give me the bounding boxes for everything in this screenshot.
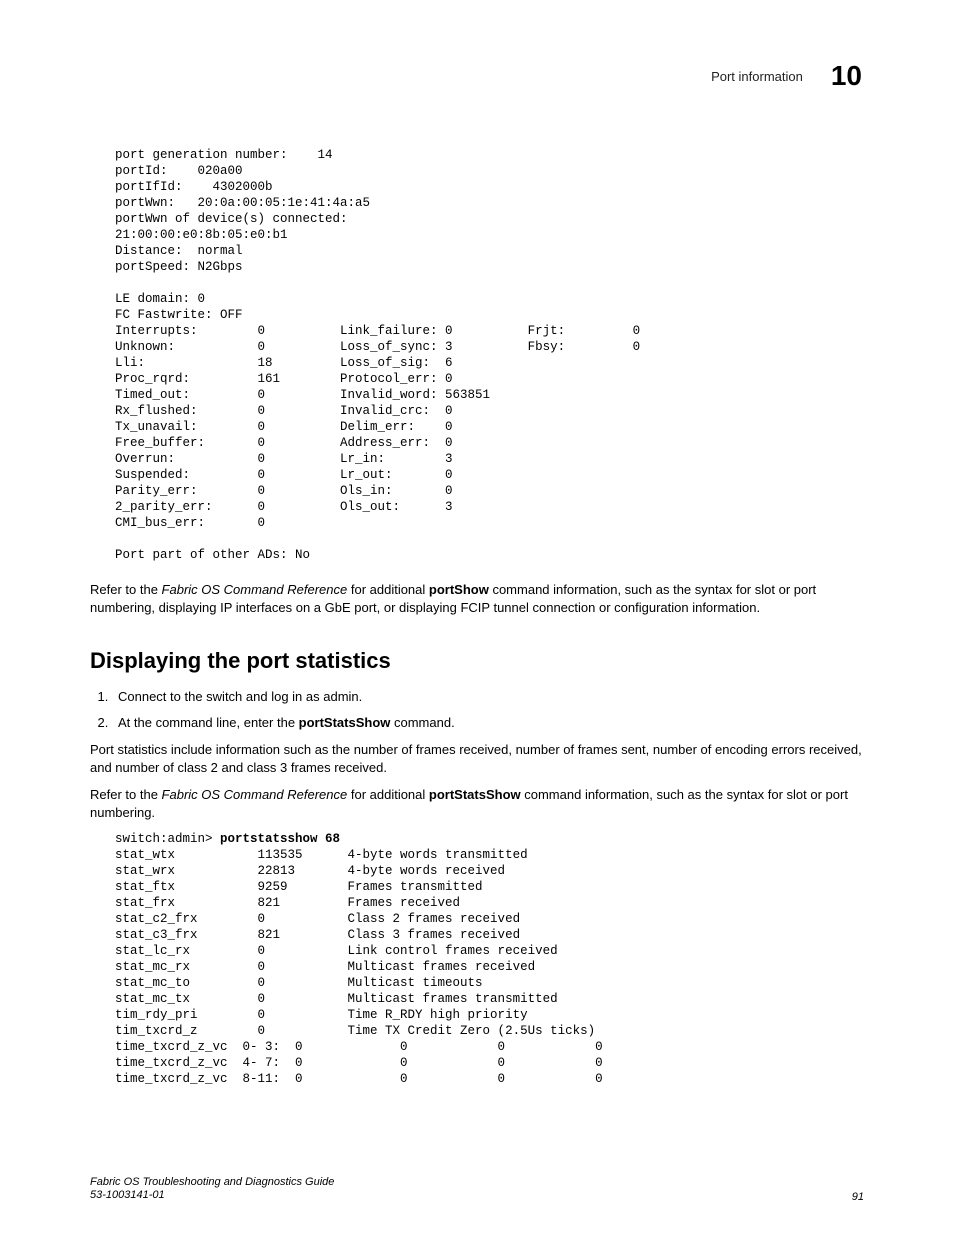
text: for additional xyxy=(347,787,429,802)
page-header: Port information 10 xyxy=(90,60,864,92)
section-heading: Displaying the port statistics xyxy=(90,648,864,674)
header-chapter-number: 10 xyxy=(831,60,862,92)
port-info-output: port generation number: 14 portId: 020a0… xyxy=(90,147,864,563)
footer-docnum: 53-1003141-01 xyxy=(90,1189,334,1203)
header-section-title: Port information xyxy=(711,69,803,84)
command-name: portStatsShow xyxy=(299,715,391,730)
prompt: switch:admin> xyxy=(115,832,220,846)
text: Refer to the xyxy=(90,787,162,802)
page-footer: Fabric OS Troubleshooting and Diagnostic… xyxy=(90,1176,864,1204)
text: for additional xyxy=(347,582,429,597)
port-stats-description: Port statistics include information such… xyxy=(90,741,864,776)
manual-name: Fabric OS Command Reference xyxy=(162,787,348,802)
portstatsshow-reference-paragraph: Refer to the Fabric OS Command Reference… xyxy=(90,786,864,821)
footer-page-number: 91 xyxy=(852,1191,864,1203)
command-name: portStatsShow xyxy=(429,787,521,802)
step-2: At the command line, enter the portStats… xyxy=(112,714,864,732)
command-name: portShow xyxy=(429,582,489,597)
text: Refer to the xyxy=(90,582,162,597)
stats-table: stat_wtx 113535 4-byte words transmitted… xyxy=(115,848,603,1086)
portshow-reference-paragraph: Refer to the Fabric OS Command Reference… xyxy=(90,581,864,616)
manual-name: Fabric OS Command Reference xyxy=(162,582,348,597)
text: At the command line, enter the xyxy=(118,715,299,730)
portstatsshow-output: switch:admin> portstatsshow 68 stat_wtx … xyxy=(90,831,864,1087)
footer-doc-info: Fabric OS Troubleshooting and Diagnostic… xyxy=(90,1176,334,1204)
command-entered: portstatsshow 68 xyxy=(220,832,340,846)
step-1: Connect to the switch and log in as admi… xyxy=(112,688,864,706)
text: command. xyxy=(390,715,454,730)
steps-list: Connect to the switch and log in as admi… xyxy=(90,688,864,731)
footer-title: Fabric OS Troubleshooting and Diagnostic… xyxy=(90,1176,334,1190)
